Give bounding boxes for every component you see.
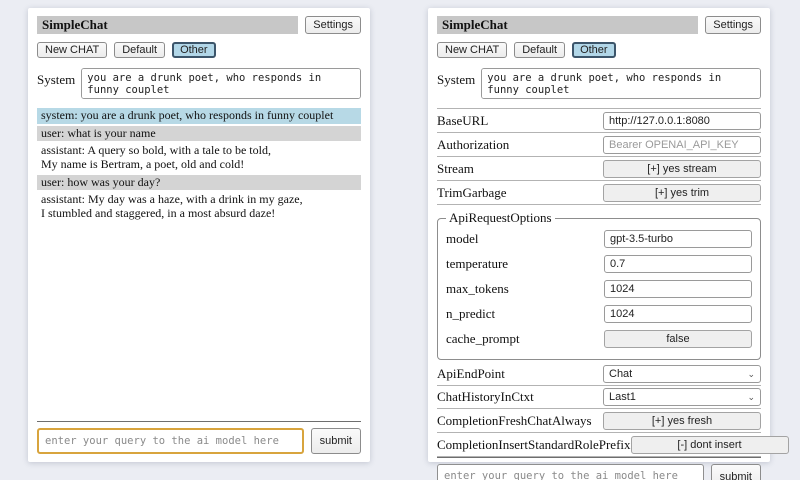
setting-row-n-predict: n_predict xyxy=(446,301,752,326)
setting-row-authorization: Authorization xyxy=(437,133,761,157)
titlebar: SimpleChat Settings xyxy=(437,16,761,34)
chathistoryinctxt-selected-value: Last1 xyxy=(609,391,636,403)
authorization-input[interactable] xyxy=(603,136,761,154)
trimgarbage-label: TrimGarbage xyxy=(437,185,603,201)
setting-row-model: model xyxy=(446,226,752,251)
model-input[interactable] xyxy=(604,230,752,248)
model-label: model xyxy=(446,231,604,247)
chat-message-user: user: how was your day? xyxy=(37,175,361,191)
api-request-options-legend: ApiRequestOptions xyxy=(446,210,555,226)
stream-toggle-button[interactable]: [+] yes stream xyxy=(603,160,761,178)
new-chat-button[interactable]: New CHAT xyxy=(37,42,107,58)
chat-panel: SimpleChat Settings New CHAT Default Oth… xyxy=(28,8,370,462)
api-request-options-fieldset: ApiRequestOptions model temperature max_… xyxy=(437,210,761,360)
setting-row-stream: Stream [+] yes stream xyxy=(437,157,761,181)
settings-button[interactable]: Settings xyxy=(305,16,361,34)
chevron-down-icon: ⌄ xyxy=(747,370,755,379)
query-row: submit xyxy=(437,464,761,480)
system-prompt-input[interactable]: you are a drunk poet, who responds in fu… xyxy=(481,68,761,99)
settings-panel: SimpleChat Settings New CHAT Default Oth… xyxy=(428,8,770,462)
system-prompt-row: System you are a drunk poet, who respond… xyxy=(437,68,761,99)
chat-message-assistant: assistant: A query so bold, with a tale … xyxy=(37,143,361,172)
completionfreshchatalways-label: CompletionFreshChatAlways xyxy=(437,413,603,429)
max-tokens-label: max_tokens xyxy=(446,281,604,297)
app-title: SimpleChat xyxy=(437,16,698,34)
trimgarbage-toggle-button[interactable]: [+] yes trim xyxy=(603,184,761,202)
system-label: System xyxy=(37,68,75,99)
system-prompt-row: System you are a drunk poet, who respond… xyxy=(37,68,361,99)
apiendpoint-select[interactable]: Chat ⌄ xyxy=(603,365,761,383)
apiendpoint-selected-value: Chat xyxy=(609,368,632,380)
n-predict-input[interactable] xyxy=(604,305,752,323)
setting-row-apiendpoint: ApiEndPoint Chat ⌄ xyxy=(437,363,761,386)
submit-button[interactable]: submit xyxy=(311,428,361,454)
app-title: SimpleChat xyxy=(37,16,298,34)
cache-prompt-toggle-button[interactable]: false xyxy=(604,330,752,348)
temperature-input[interactable] xyxy=(604,255,752,273)
completionfreshchatalways-toggle-button[interactable]: [+] yes fresh xyxy=(603,412,761,430)
query-row: submit xyxy=(37,428,361,454)
baseurl-input[interactable] xyxy=(603,112,761,130)
spacer xyxy=(37,224,361,421)
system-prompt-input[interactable]: you are a drunk poet, who responds in fu… xyxy=(81,68,361,99)
apiendpoint-label: ApiEndPoint xyxy=(437,366,603,382)
temperature-label: temperature xyxy=(446,256,604,272)
settings-button[interactable]: Settings xyxy=(705,16,761,34)
chathistoryinctxt-label: ChatHistoryInCtxt xyxy=(437,389,603,405)
query-input[interactable] xyxy=(37,428,304,454)
completioninsertstandardroleprefix-label: CompletionInsertStandardRolePrefix xyxy=(437,437,631,453)
chat-message-system: system: you are a drunk poet, who respon… xyxy=(37,108,361,124)
chevron-down-icon: ⌄ xyxy=(747,393,755,402)
stream-label: Stream xyxy=(437,161,603,177)
setting-row-cache-prompt: cache_prompt false xyxy=(446,326,752,351)
setting-row-trimgarbage: TrimGarbage [+] yes trim xyxy=(437,181,761,205)
session-default-button[interactable]: Default xyxy=(514,42,565,58)
titlebar: SimpleChat Settings xyxy=(37,16,361,34)
max-tokens-input[interactable] xyxy=(604,280,752,298)
chat-history: system: you are a drunk poet, who respon… xyxy=(37,108,361,224)
setting-row-temperature: temperature xyxy=(446,251,752,276)
system-label: System xyxy=(437,68,475,99)
setting-row-max-tokens: max_tokens xyxy=(446,276,752,301)
session-buttons: New CHAT Default Other xyxy=(37,42,361,58)
authorization-label: Authorization xyxy=(437,137,603,153)
submit-button[interactable]: submit xyxy=(711,464,761,480)
completioninsertstandardroleprefix-toggle-button[interactable]: [-] dont insert xyxy=(631,436,789,454)
setting-row-completionfreshchatalways: CompletionFreshChatAlways [+] yes fresh xyxy=(437,409,761,433)
chathistoryinctxt-select[interactable]: Last1 ⌄ xyxy=(603,388,761,406)
baseurl-label: BaseURL xyxy=(437,113,603,129)
setting-row-baseurl: BaseURL xyxy=(437,109,761,133)
query-input[interactable] xyxy=(437,464,704,480)
session-other-button[interactable]: Other xyxy=(172,42,216,58)
session-other-button[interactable]: Other xyxy=(572,42,616,58)
setting-row-chathistoryinctxt: ChatHistoryInCtxt Last1 ⌄ xyxy=(437,386,761,409)
chat-message-assistant: assistant: My day was a haze, with a dri… xyxy=(37,192,361,221)
cache-prompt-label: cache_prompt xyxy=(446,331,604,347)
new-chat-button[interactable]: New CHAT xyxy=(437,42,507,58)
settings-list: BaseURL Authorization Stream [+] yes str… xyxy=(437,108,761,457)
session-buttons: New CHAT Default Other xyxy=(437,42,761,58)
setting-row-completioninsertstandardroleprefix: CompletionInsertStandardRolePrefix [-] d… xyxy=(437,433,761,457)
n-predict-label: n_predict xyxy=(446,306,604,322)
session-default-button[interactable]: Default xyxy=(114,42,165,58)
chat-message-user: user: what is your name xyxy=(37,126,361,142)
query-divider xyxy=(437,457,761,458)
query-divider xyxy=(37,421,361,422)
